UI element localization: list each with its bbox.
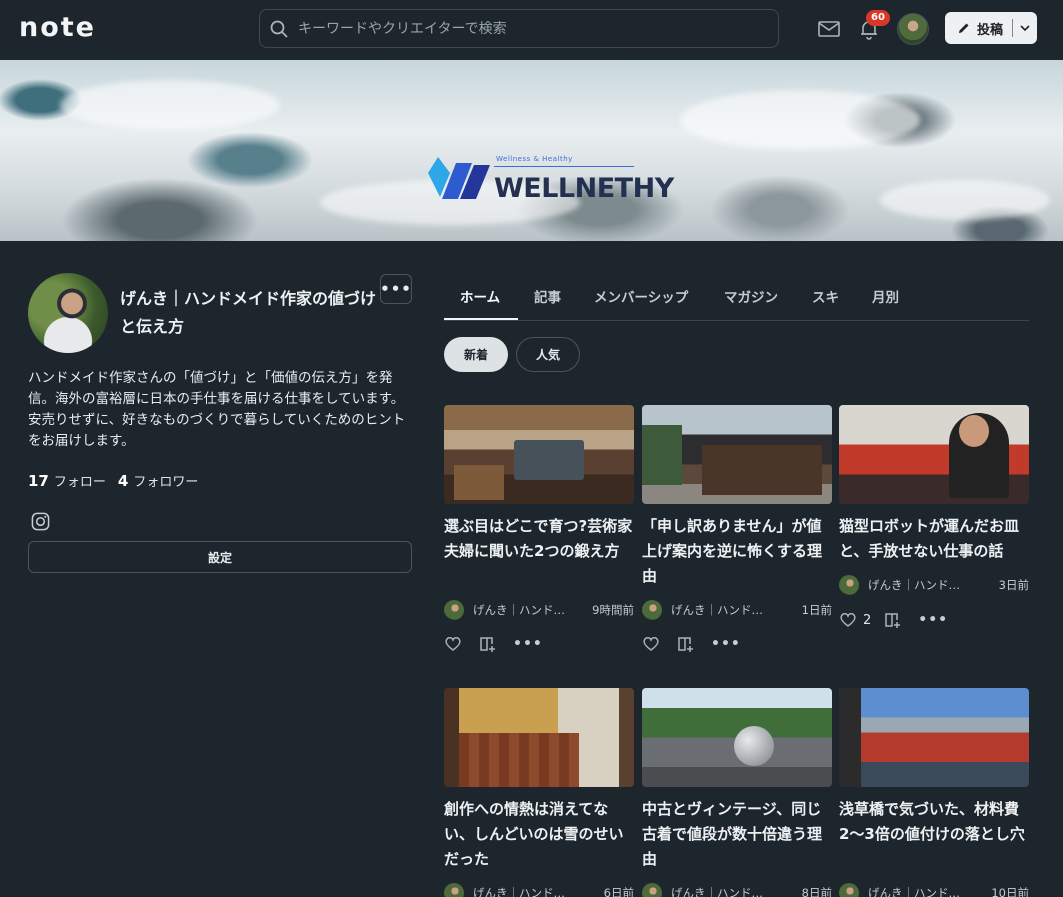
- follower-label[interactable]: フォロワー: [133, 471, 198, 490]
- author-name[interactable]: げんき｜ハンドメイド作家の値づけと伝え方: [868, 577, 968, 593]
- article-card[interactable]: 選ぶ目はどこで育つ?芸術家夫婦に聞いた2つの鍛え方 げんき｜ハンドメイド作家の値…: [444, 405, 634, 652]
- heart-icon[interactable]: [642, 635, 660, 653]
- tab-monthly[interactable]: 月別: [872, 286, 899, 306]
- search-icon: [270, 20, 288, 38]
- author-name[interactable]: げんき｜ハンドメイド作家の値づけと伝え方: [473, 885, 573, 897]
- logo-rule: [494, 166, 634, 167]
- article-card[interactable]: 創作への情熱は消えてない、しんどいのは雪のせいだった げんき｜ハンドメイド作家の…: [444, 688, 634, 897]
- tab-likes[interactable]: スキ: [812, 286, 839, 306]
- article-actions: •••: [444, 634, 543, 654]
- article-title[interactable]: 選ぶ目はどこで育つ?芸術家夫婦に聞いた2つの鍛え方: [444, 514, 634, 564]
- post-time: 8日前: [801, 886, 832, 897]
- magazine-add-icon[interactable]: [479, 635, 497, 653]
- follow-label[interactable]: フォロー: [54, 471, 106, 490]
- more-actions-icon[interactable]: •••: [918, 612, 948, 628]
- follower-count[interactable]: 4: [118, 472, 128, 490]
- author-name[interactable]: げんき｜ハンドメイド作家の値づけと伝え方: [671, 885, 771, 897]
- author-avatar[interactable]: [444, 600, 464, 620]
- search-box[interactable]: [259, 9, 779, 48]
- author-avatar[interactable]: [642, 600, 662, 620]
- notification-badge: 60: [866, 10, 890, 26]
- article-card[interactable]: 浅草橋で気づいた、材料費2〜3倍の値付けの落とし穴 げんき｜ハンドメイド作家の値…: [839, 688, 1029, 897]
- article-meta: げんき｜ハンドメイド作家の値づけと伝え方 1日前: [642, 600, 832, 620]
- top-header: note 60 投稿: [0, 0, 1063, 60]
- article-title[interactable]: 猫型ロボットが運んだお皿と、手放せない仕事の話: [839, 514, 1029, 564]
- post-time: 1日前: [801, 603, 832, 617]
- author-avatar[interactable]: [444, 883, 464, 897]
- article-actions: 2 •••: [839, 610, 948, 630]
- like-count: 2: [863, 612, 872, 628]
- profile-banner: Wellness & Healthy WELLNETHY: [0, 60, 1063, 241]
- article-thumbnail[interactable]: [444, 688, 634, 787]
- article-card[interactable]: 猫型ロボットが運んだお皿と、手放せない仕事の話 げんき｜ハンドメイド作家の値づけ…: [839, 405, 1029, 628]
- magazine-add-icon[interactable]: [677, 635, 695, 653]
- author-avatar[interactable]: [839, 883, 859, 897]
- more-actions-icon[interactable]: •••: [711, 636, 741, 652]
- article-title[interactable]: 「申し訳ありません」が値上げ案内を逆に怖くする理由: [642, 514, 832, 589]
- filter-popular-button[interactable]: 人気: [516, 337, 580, 372]
- article-title[interactable]: 創作への情熱は消えてない、しんどいのは雪のせいだった: [444, 797, 634, 872]
- article-actions: •••: [642, 634, 741, 654]
- article-thumbnail[interactable]: [839, 688, 1029, 787]
- article-card[interactable]: 中古とヴィンテージ、同じ古着で値段が数十倍違う理由 げんき｜ハンドメイド作家の値…: [642, 688, 832, 897]
- wellnethy-tagline: Wellness & Healthy: [496, 155, 573, 163]
- author-avatar[interactable]: [839, 575, 859, 595]
- article-title[interactable]: 浅草橋で気づいた、材料費2〜3倍の値付けの落とし穴: [839, 797, 1029, 847]
- user-avatar[interactable]: [897, 13, 929, 45]
- chevron-down-icon[interactable]: [1019, 22, 1031, 34]
- follow-stats: 17 フォロー 4 フォロワー: [28, 471, 198, 490]
- wellnethy-mark-icon: [428, 157, 490, 199]
- profile-name: げんき｜ハンドメイド作家の値づけと伝え方: [120, 289, 377, 336]
- article-thumbnail[interactable]: [839, 405, 1029, 504]
- instagram-icon[interactable]: [31, 512, 50, 531]
- follow-count[interactable]: 17: [28, 472, 49, 490]
- article-meta: げんき｜ハンドメイド作家の値づけと伝え方 9時間前: [444, 600, 634, 620]
- article-thumbnail[interactable]: [444, 405, 634, 504]
- foam-decoration: [880, 180, 1050, 220]
- wellnethy-wordmark: WELLNETHY: [494, 173, 674, 204]
- tab-articles[interactable]: 記事: [534, 286, 561, 306]
- search-input[interactable]: [298, 20, 738, 37]
- filter-new-button[interactable]: 新着: [444, 337, 508, 372]
- tab-magazine[interactable]: マガジン: [724, 286, 778, 306]
- heart-icon[interactable]: [444, 635, 462, 653]
- author-name[interactable]: げんき｜ハンドメイド作家の値づけと伝え方: [868, 885, 968, 897]
- foam-decoration: [680, 90, 920, 150]
- magazine-add-icon[interactable]: [884, 611, 902, 629]
- author-name[interactable]: げんき｜ハンドメイド作家の値づけと伝え方: [473, 602, 573, 618]
- foam-decoration: [60, 80, 280, 130]
- mail-icon[interactable]: [817, 17, 841, 41]
- heart-icon[interactable]: [839, 611, 857, 629]
- post-time: 9時間前: [592, 603, 634, 617]
- profile-bio: ハンドメイド作家さんの「値づけ」と「価値の伝え方」を発信。海外の富裕層に日本の手…: [28, 370, 406, 449]
- post-time: 10日前: [991, 886, 1029, 897]
- active-tab-indicator: [444, 318, 518, 320]
- post-time: 6日前: [603, 886, 634, 897]
- profile-tabs: ホーム 記事 メンバーシップ マガジン スキ 月別: [444, 272, 1029, 321]
- article-title[interactable]: 中古とヴィンテージ、同じ古着で値段が数十倍違う理由: [642, 797, 832, 872]
- post-button-divider: [1012, 19, 1013, 37]
- author-name[interactable]: げんき｜ハンドメイド作家の値づけと伝え方: [671, 602, 771, 618]
- more-actions-icon[interactable]: •••: [513, 636, 543, 652]
- settings-button[interactable]: 設定: [28, 541, 412, 573]
- article-thumbnail[interactable]: [642, 405, 832, 504]
- article-card[interactable]: 「申し訳ありません」が値上げ案内を逆に怖くする理由 げんき｜ハンドメイド作家の値…: [642, 405, 832, 652]
- profile-avatar[interactable]: [28, 273, 108, 353]
- article-meta: げんき｜ハンドメイド作家の値づけと伝え方 10日前: [839, 883, 1029, 897]
- article-meta: げんき｜ハンドメイド作家の値づけと伝え方 6日前: [444, 883, 634, 897]
- article-meta: げんき｜ハンドメイド作家の値づけと伝え方 8日前: [642, 883, 832, 897]
- author-avatar[interactable]: [642, 883, 662, 897]
- profile-more-button[interactable]: •••: [380, 274, 412, 304]
- post-button-label: 投稿: [977, 22, 1004, 38]
- article-meta: げんき｜ハンドメイド作家の値づけと伝え方 3日前: [839, 575, 1029, 595]
- pencil-icon: [959, 23, 969, 33]
- article-thumbnail[interactable]: [642, 688, 832, 787]
- note-logo[interactable]: note: [19, 12, 96, 43]
- tab-membership[interactable]: メンバーシップ: [594, 286, 688, 306]
- post-button[interactable]: 投稿: [945, 12, 1037, 44]
- tab-home[interactable]: ホーム: [460, 286, 500, 306]
- post-time: 3日前: [998, 578, 1029, 592]
- wellnethy-logo: Wellness & Healthy WELLNETHY: [428, 155, 674, 210]
